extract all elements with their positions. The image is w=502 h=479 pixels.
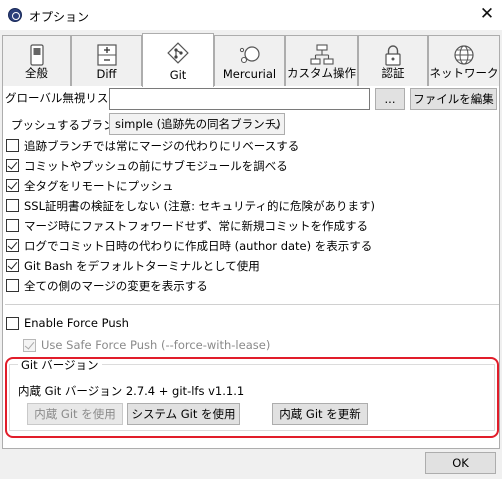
checkbox[interactable] [6,317,19,330]
title-bar: オプション ✕ [0,0,502,30]
tab-general[interactable]: 全般 [2,35,71,86]
option-label: 追跡ブランチでは常にマージの代わりにリベースする [24,139,300,153]
mercurial-icon [239,46,260,64]
tab-label-diff: Diff [96,67,117,81]
switch-icon [29,44,44,66]
option-label: 全ての側のマージの変更を表示する [24,279,208,293]
diff-icon [96,44,117,66]
push-branch-value: simple (追跡先の同名ブランチ) [115,117,281,131]
edit-file-button[interactable]: ファイルを編集 [410,88,497,110]
checkbox[interactable] [6,139,19,152]
tab-diff[interactable]: Diff [71,35,142,86]
checkbox[interactable] [6,219,19,232]
checkbox[interactable] [6,239,19,252]
tab-label-mercurial: Mercurial [222,67,277,81]
checkbox[interactable] [23,339,36,352]
git-version-group: Git バージョン 内蔵 Git バージョン 2.7.4 + git-lfs v… [9,357,495,431]
tab-network[interactable]: ネットワーク [428,35,500,86]
use-system-git-button[interactable]: システム Git を使用 [127,403,240,425]
checkbox[interactable] [6,259,19,272]
git-settings-panel: グローバル無視リスト: ... ファイルを編集 プッシュするブランチ: simp… [2,86,500,449]
tab-git[interactable]: Git [142,33,214,87]
option-label: SSL証明書の検証をしない (注意: セキュリティ的に危険があります) [24,199,375,213]
globe-icon [454,45,474,65]
update-builtin-git-button[interactable]: 内蔵 Git を更新 [272,403,368,425]
git-version-group-title: Git バージョン [18,357,102,373]
checkbox[interactable] [6,199,19,212]
tab-label-custom-actions: カスタム操作 [287,66,356,80]
global-ignore-input[interactable] [109,88,370,110]
option-label: ログでコミット日時の代わりに作成日時 (author date) を表示する [24,239,373,253]
option-label: コミットやプッシュの前にサブモジュールを調べる [24,159,288,173]
option-label: Git Bash をデフォルトターミナルとして使用 [24,259,260,273]
use-builtin-git-button[interactable]: 内蔵 Git を使用 [27,403,123,425]
enable-force-push-label: Enable Force Push [24,316,129,330]
ok-button[interactable]: OK [425,452,496,474]
global-ignore-label: グローバル無視リスト: [5,91,124,105]
tab-label-general: 全般 [25,66,48,80]
tab-label-network: ネットワーク [429,66,499,80]
window-title: オプション [29,10,90,24]
checkbox[interactable] [6,159,19,172]
lock-icon [385,45,401,66]
close-button[interactable]: ✕ [472,0,502,30]
option-label: 全タグをリモートにプッシュ [24,179,174,193]
git-extensions-icon [8,8,22,22]
git-icon [167,42,189,64]
git-version-text: 内蔵 Git バージョン 2.7.4 + git-lfs v1.1.1 [18,384,245,398]
push-branch-select[interactable]: simple (追跡先の同名ブランチ) [109,113,285,135]
browse-button[interactable]: ... [375,88,405,110]
tab-label-authentication: 認証 [381,66,405,80]
custom-actions-icon [309,44,334,65]
tab-custom-actions[interactable]: カスタム操作 [285,35,358,86]
checkbox[interactable] [6,279,19,292]
separator [5,304,499,305]
tab-authentication[interactable]: 認証 [358,35,428,86]
safe-force-push-label: Use Safe Force Push (--force-with-lease) [41,338,271,352]
option-label: マージ時にファストフォワードせず、常に新規コミットを作成する [24,219,368,233]
tab-strip: 全般 Diff Git Mercurial カスタム操作 認証 ネットワーク [2,33,500,87]
tab-mercurial[interactable]: Mercurial [214,35,285,86]
tab-label-git: Git [169,68,187,82]
checkbox[interactable] [6,179,19,192]
